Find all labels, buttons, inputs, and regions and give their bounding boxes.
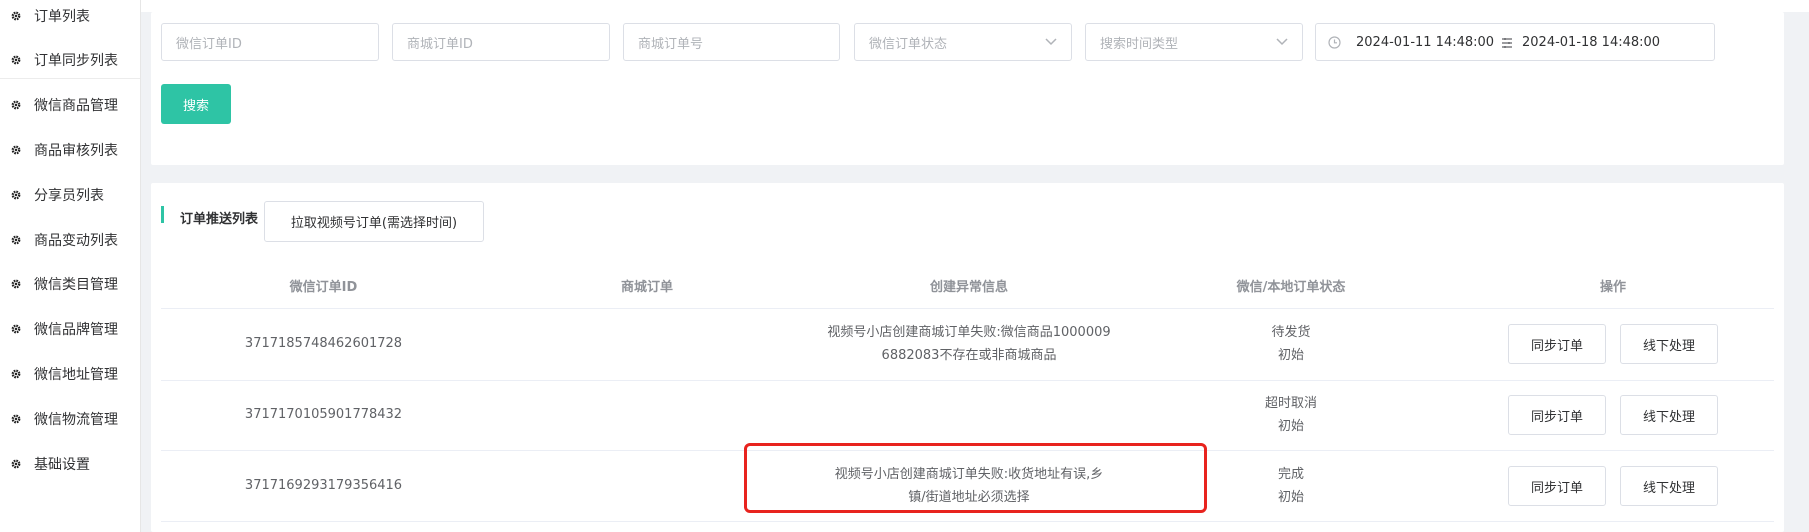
date-end[interactable]: 2024-01-18 14:48:00: [1522, 35, 1660, 50]
offline-handle-button[interactable]: 线下处理: [1620, 395, 1718, 435]
mall-order-no-input[interactable]: 商城订单号: [623, 23, 840, 61]
mall-order-id-input[interactable]: 商城订单ID: [392, 23, 610, 61]
clock-icon: [1328, 36, 1341, 49]
gear-icon: [11, 55, 21, 65]
sidebar-item-wechat-category[interactable]: 微信类目管理: [0, 262, 140, 306]
sidebar-item-order-list[interactable]: 订单列表: [0, 0, 140, 38]
gear-icon: [11, 459, 21, 469]
sync-order-button[interactable]: 同步订单: [1508, 466, 1606, 506]
date-start[interactable]: 2024-01-11 14:48:00: [1356, 35, 1494, 50]
table-divider: [161, 521, 1774, 522]
gear-icon: [11, 369, 21, 379]
time-type-placeholder: 搜索时间类型: [1100, 36, 1179, 52]
sidebar-item-label: 商品审核列表: [34, 143, 118, 159]
wechat-order-id-input[interactable]: 微信订单ID: [161, 23, 379, 61]
sync-order-button[interactable]: 同步订单: [1508, 395, 1606, 435]
column-header-actions: 操作: [1599, 280, 1626, 295]
wechat-order-status-placeholder: 微信订单状态: [869, 36, 948, 52]
sidebar-item-sharer-list[interactable]: 分享员列表: [0, 173, 140, 217]
range-separator-icon: [1502, 38, 1512, 48]
search-button[interactable]: 搜索: [161, 84, 231, 124]
sidebar-item-label: 基础设置: [34, 457, 90, 473]
sidebar-item-label: 微信物流管理: [34, 412, 118, 428]
sidebar-item-label: 微信类目管理: [34, 277, 118, 293]
section-title: 订单推送列表: [180, 212, 259, 227]
sidebar-divider: [0, 78, 140, 79]
section-accent-bar: [161, 206, 164, 223]
wechat-order-id: 3717185748462601728: [244, 336, 403, 351]
time-type-select[interactable]: 搜索时间类型: [1085, 23, 1303, 61]
gear-icon: [11, 100, 21, 110]
top-strip: [141, 0, 1809, 12]
local-status: 初始: [1277, 419, 1304, 434]
sidebar-item-label: 订单同步列表: [34, 53, 118, 69]
wechat-status: 超时取消: [1264, 396, 1317, 411]
sidebar-item-label: 微信商品管理: [34, 98, 118, 114]
error-info-line-2: 6882083不存在或非商城商品: [881, 348, 1057, 363]
offline-handle-button[interactable]: 线下处理: [1620, 324, 1718, 364]
offline-handle-button[interactable]: 线下处理: [1620, 466, 1718, 506]
gear-icon: [11, 279, 21, 289]
table-divider: [161, 380, 1774, 381]
gear-icon: [11, 414, 21, 424]
sidebar-item-product-change[interactable]: 商品变动列表: [0, 218, 140, 262]
error-highlight-box: [744, 443, 1207, 513]
gear-icon: [11, 235, 21, 245]
sidebar-item-label: 微信品牌管理: [34, 322, 118, 338]
error-info-line-1: 视频号小店创建商城订单失败:微信商品1000009: [827, 325, 1111, 340]
column-header-error-info: 创建异常信息: [929, 280, 1008, 295]
sidebar-item-wechat-logistics[interactable]: 微信物流管理: [0, 397, 140, 441]
wechat-status: 待发货: [1271, 325, 1311, 340]
mall-order-no-placeholder: 商城订单号: [638, 36, 704, 52]
gear-icon: [11, 11, 21, 21]
sidebar-item-label: 微信地址管理: [34, 367, 118, 383]
gear-icon: [11, 190, 21, 200]
wechat-order-status-select[interactable]: 微信订单状态: [854, 23, 1072, 61]
column-header-mall-order: 商城订单: [620, 280, 673, 295]
sidebar-item-label: 订单列表: [34, 9, 90, 25]
local-status: 初始: [1277, 348, 1304, 363]
gear-icon: [11, 145, 21, 155]
sync-order-button[interactable]: 同步订单: [1508, 324, 1606, 364]
wechat-order-id: 3717170105901778432: [244, 407, 403, 422]
sidebar-item-label: 商品变动列表: [34, 233, 118, 249]
sidebar-item-wechat-address[interactable]: 微信地址管理: [0, 352, 140, 396]
chevron-down-icon: [1276, 38, 1288, 46]
date-range-picker[interactable]: 2024-01-11 14:48:00 2024-01-18 14:48:00: [1315, 23, 1715, 61]
chevron-down-icon: [1045, 38, 1057, 46]
sidebar-item-product-review[interactable]: 商品审核列表: [0, 128, 140, 172]
sidebar-item-basic-settings[interactable]: 基础设置: [0, 442, 140, 486]
pull-channel-orders-button[interactable]: 拉取视频号订单(需选择时间): [264, 201, 484, 242]
sidebar-item-order-sync-list[interactable]: 订单同步列表: [0, 38, 140, 82]
sidebar: 订单列表 订单同步列表 微信商品管理 商品审核列表 分享员列表 商品变动列表 微…: [0, 0, 141, 532]
gear-icon: [11, 324, 21, 334]
wechat-order-id-placeholder: 微信订单ID: [176, 36, 242, 52]
column-header-order-status: 微信/本地订单状态: [1236, 280, 1346, 295]
wechat-order-id: 3717169293179356416: [244, 478, 403, 493]
sidebar-item-label: 分享员列表: [34, 188, 104, 204]
mall-order-id-placeholder: 商城订单ID: [407, 36, 473, 52]
sidebar-item-wechat-product[interactable]: 微信商品管理: [0, 83, 140, 127]
table-divider: [161, 308, 1774, 309]
column-header-wechat-order-id: 微信订单ID: [289, 280, 358, 295]
sidebar-item-wechat-brand[interactable]: 微信品牌管理: [0, 307, 140, 351]
